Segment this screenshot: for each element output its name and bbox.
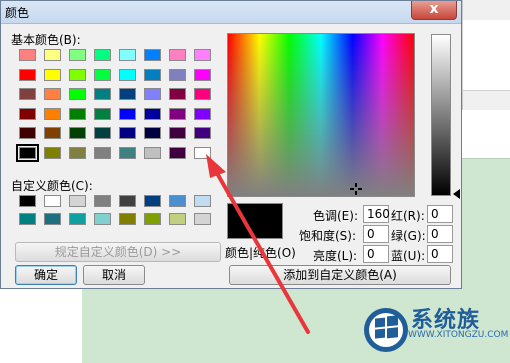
watermark-url: WWW.XITONGZU.COM <box>408 330 509 340</box>
